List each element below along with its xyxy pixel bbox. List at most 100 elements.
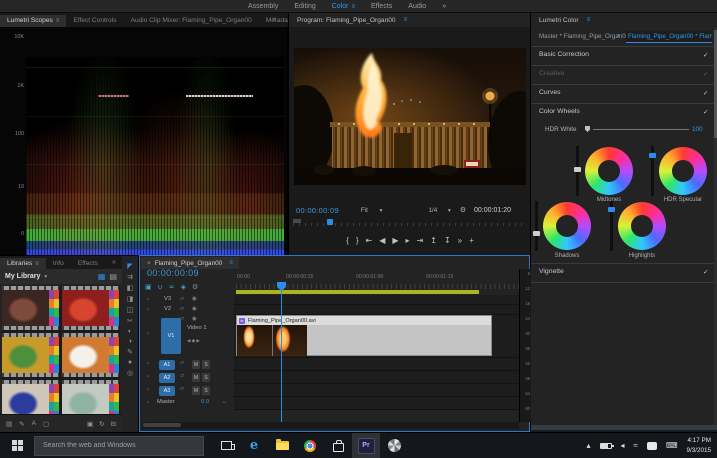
- eye-icon[interactable]: ◉: [192, 306, 197, 312]
- track-v3-label[interactable]: V3: [164, 296, 171, 302]
- lock-icon[interactable]: ▫: [147, 297, 149, 303]
- track-a1-content[interactable]: [234, 358, 519, 371]
- task-view-button[interactable]: [212, 433, 240, 458]
- library-thumbnail[interactable]: [62, 286, 119, 330]
- timeline-playhead-line[interactable]: [281, 290, 282, 422]
- library-graphics-icon[interactable]: ✎: [19, 420, 24, 428]
- tab-effect-controls[interactable]: Effect Controls: [66, 15, 123, 27]
- eye-icon[interactable]: ◉: [192, 316, 197, 322]
- folder-icon[interactable]: ▱: [180, 296, 184, 302]
- lock-icon[interactable]: ▫: [147, 374, 149, 380]
- library-add-icon[interactable]: ▣: [87, 420, 93, 428]
- library-sync-icon[interactable]: ↻: [99, 420, 104, 428]
- folder-icon[interactable]: ▱: [180, 360, 184, 366]
- taskbar-clock[interactable]: 4:17 PM 9/3/2015: [686, 436, 713, 454]
- library-thumbnail[interactable]: [62, 333, 119, 377]
- tab-audio-clip-mixer[interactable]: Audio Clip Mixer: Flaming_Pipe_Organ00: [123, 15, 258, 27]
- lock-icon[interactable]: ▫: [147, 400, 149, 406]
- section-basic-correction[interactable]: Basic Correction: [539, 51, 589, 58]
- track-a3-target-button[interactable]: A3: [159, 386, 175, 396]
- midtones-color-wheel[interactable]: [585, 147, 633, 195]
- section-color-wheels[interactable]: Color Wheels: [539, 108, 580, 115]
- hdr-white-slider-track[interactable]: [593, 129, 689, 130]
- transport-overflow-button[interactable]: »: [458, 236, 462, 245]
- track-a2-target-button[interactable]: A2: [159, 373, 175, 383]
- fx-badge[interactable]: fx: [239, 317, 245, 324]
- program-panel-header[interactable]: Program: Flaming_Pipe_Organ00 ≡: [288, 13, 530, 27]
- edge-button[interactable]: e: [240, 433, 268, 458]
- notification-bubble-icon[interactable]: [646, 441, 657, 450]
- ripple-edit-tool[interactable]: ◧: [127, 284, 134, 292]
- library-thumbnail[interactable]: [2, 333, 59, 377]
- panel-menu-icon[interactable]: ≡: [229, 260, 233, 266]
- workspace-tab-effects[interactable]: Effects: [371, 3, 392, 10]
- creative-enabled-check[interactable]: ✓: [703, 70, 708, 78]
- track-v1-name[interactable]: Video 1: [187, 325, 207, 331]
- play-button[interactable]: ▶: [392, 236, 398, 245]
- taskbar-search-input[interactable]: [34, 435, 204, 456]
- left-tabs-overflow-icon[interactable]: »: [272, 16, 276, 23]
- program-video-frame[interactable]: [274, 48, 552, 195]
- list-view-icon[interactable]: ▤: [109, 272, 117, 281]
- hdr-specular-luma-slider[interactable]: [649, 146, 656, 196]
- chrome-button[interactable]: [296, 433, 324, 458]
- rate-stretch-tool[interactable]: ◫: [127, 306, 134, 314]
- folder-icon[interactable]: ▱: [180, 306, 184, 312]
- hand-tool[interactable]: ●: [128, 359, 132, 366]
- workspace-tab-color[interactable]: Color ≡: [332, 3, 355, 10]
- library-looks-icon[interactable]: ▢: [43, 420, 49, 428]
- premiere-pro-button[interactable]: Pr: [352, 432, 380, 458]
- eye-icon[interactable]: ◉: [192, 296, 197, 302]
- razor-tool[interactable]: ✂: [127, 317, 133, 325]
- lock-icon[interactable]: ▫: [147, 307, 149, 313]
- panel-menu-icon[interactable]: ≡: [404, 17, 408, 23]
- step-back-button[interactable]: ◀: [379, 236, 385, 245]
- library-trash-icon[interactable]: ⊟: [111, 420, 116, 428]
- selection-tool[interactable]: ◤: [127, 262, 132, 270]
- start-button[interactable]: [0, 433, 34, 458]
- hdr-specular-color-wheel[interactable]: [659, 147, 707, 195]
- add-marker-icon[interactable]: ◈: [181, 283, 186, 291]
- workspace-tab-editing[interactable]: Editing: [294, 3, 315, 10]
- library-thumbnail[interactable]: [2, 286, 59, 330]
- lift-button[interactable]: ↥: [430, 236, 437, 245]
- network-icon[interactable]: ≈: [634, 441, 638, 450]
- linked-selection-icon[interactable]: ≍: [169, 283, 175, 291]
- section-vignette[interactable]: Vignette: [539, 268, 564, 275]
- shadows-color-wheel[interactable]: [543, 202, 591, 250]
- slide-tool[interactable]: ◑: [128, 338, 132, 345]
- store-button[interactable]: [324, 433, 352, 458]
- folder-icon[interactable]: ▱: [180, 373, 184, 379]
- program-scrubber[interactable]: [293, 219, 527, 226]
- timeline-timecode[interactable]: 00:00:00:09: [147, 268, 199, 278]
- solo-button[interactable]: S: [202, 360, 210, 369]
- master-volume-value[interactable]: 0.0: [201, 399, 209, 405]
- track-v3-content[interactable]: [234, 295, 519, 305]
- solo-button[interactable]: S: [202, 386, 210, 395]
- library-name[interactable]: My Library: [5, 273, 40, 280]
- mute-button[interactable]: M: [192, 360, 200, 369]
- clip-tab[interactable]: Flaming_Pipe_Organ00 * Flam...: [626, 31, 712, 43]
- hdr-white-slider-handle[interactable]: [585, 126, 590, 132]
- chevron-down-icon[interactable]: ▾: [44, 274, 47, 280]
- libraries-tabs-overflow-icon[interactable]: »: [112, 259, 116, 266]
- track-a1-target-button[interactable]: A1: [159, 360, 175, 370]
- solo-button[interactable]: S: [202, 373, 210, 382]
- step-forward-button[interactable]: ▸: [406, 236, 410, 245]
- button-editor-button[interactable]: +: [469, 236, 474, 245]
- track-a2-content[interactable]: [234, 371, 519, 384]
- library-thumbnail[interactable]: [2, 380, 59, 414]
- panel-menu-icon[interactable]: ≡: [587, 17, 591, 23]
- highlights-color-wheel[interactable]: [618, 202, 666, 250]
- timeline-clip[interactable]: fx Flaming_Pipe_Organ00.avi: [236, 315, 492, 356]
- battery-icon[interactable]: [599, 442, 614, 449]
- highlights-luma-slider[interactable]: [608, 201, 615, 251]
- tray-expand-icon[interactable]: ▴: [587, 441, 591, 450]
- folder-icon[interactable]: ▱: [180, 386, 184, 392]
- workspace-tab-assembly[interactable]: Assembly: [248, 3, 278, 10]
- lumetri-color-panel-header[interactable]: Lumetri Color ≡: [530, 13, 717, 27]
- work-area-bar[interactable]: [236, 290, 479, 294]
- track-master-content[interactable]: [234, 397, 519, 410]
- program-playhead-marker[interactable]: [327, 219, 333, 225]
- curves-enabled-check[interactable]: ✓: [703, 89, 708, 97]
